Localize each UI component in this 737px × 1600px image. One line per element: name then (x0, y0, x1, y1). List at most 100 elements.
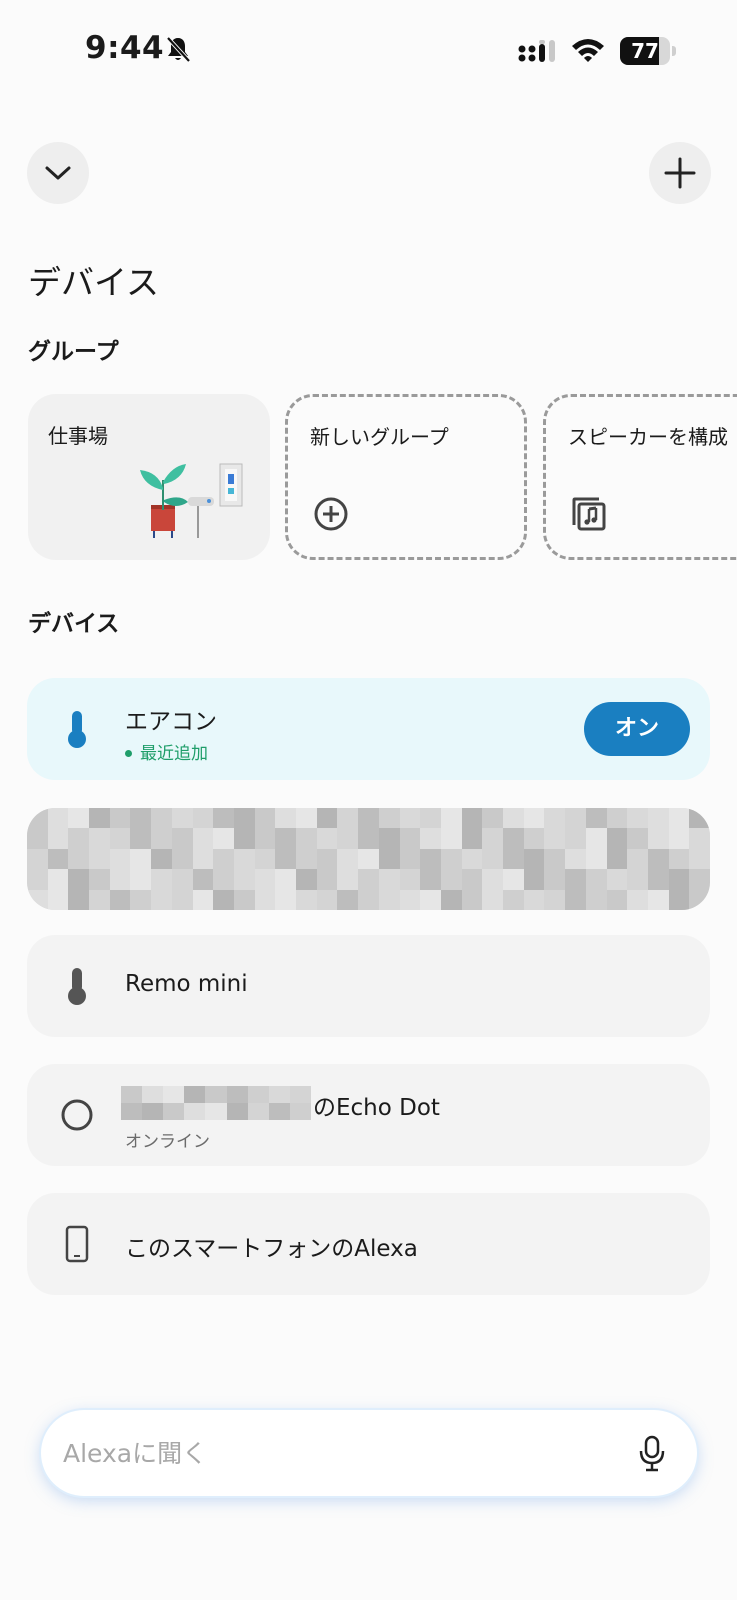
redacted-pixel (337, 889, 359, 910)
redacted-pixel (503, 848, 524, 870)
group-card-configure-speakers[interactable]: スピーカーを構成 (543, 394, 737, 560)
redacted-pixel (378, 848, 400, 870)
redacted-pixel (47, 889, 69, 910)
redacted-pixel (268, 1086, 290, 1103)
device-card-remo-mini[interactable]: Remo mini (27, 935, 710, 1037)
redacted-pixel (647, 889, 669, 910)
collapse-button[interactable] (27, 142, 89, 204)
redacted-pixel (268, 1103, 290, 1120)
device-card-redacted[interactable] (27, 808, 710, 910)
thermometer-icon (68, 968, 86, 1005)
redacted-pixel (606, 828, 628, 849)
redacted-pixel (461, 828, 483, 849)
redacted-pixel (503, 869, 524, 890)
redacted-pixel (627, 808, 648, 829)
redacted-pixel (420, 808, 441, 829)
redacted-pixel (544, 828, 566, 849)
device-status: 最近追加 (125, 739, 208, 764)
redacted-pixel (275, 808, 297, 829)
redacted-pixel (399, 889, 421, 910)
redacted-pixel (233, 869, 255, 890)
device-card-smartphone-alexa[interactable]: このスマートフォンのAlexa (27, 1193, 710, 1295)
redacted-pixel (461, 889, 483, 910)
redacted-pixel (565, 889, 586, 910)
redacted-pixel (130, 869, 152, 890)
redacted-pixel (627, 828, 648, 849)
redacted-pixel (503, 828, 524, 849)
redacted-pixel (254, 828, 276, 849)
redacted-pixel (151, 869, 172, 890)
redacted-pixel (399, 808, 421, 829)
redacted-pixel (233, 848, 255, 870)
device-name: Remo mini (125, 971, 248, 997)
redacted-pixel (247, 1086, 269, 1103)
redacted-pixel (689, 889, 710, 910)
redacted-pixel (47, 828, 69, 849)
plus-circle-icon (314, 497, 348, 531)
redacted-pixel (647, 869, 669, 890)
redacted-pixel (47, 848, 69, 870)
redacted-pixel (523, 848, 545, 870)
redacted-pixel (523, 828, 545, 849)
redacted-pixel (399, 828, 421, 849)
device-card-echo-dot[interactable]: のEcho Dot オンライン (27, 1064, 710, 1166)
redacted-pixel (171, 808, 193, 829)
ask-alexa-input[interactable] (63, 1410, 603, 1496)
redacted-pixel (440, 869, 462, 890)
device-name: このスマートフォンのAlexa (125, 1236, 418, 1262)
redacted-pixel (585, 848, 607, 870)
redacted-pixel (523, 889, 545, 910)
redacted-pixel (121, 1086, 143, 1103)
redacted-pixel (337, 808, 359, 829)
redacted-pixel (130, 889, 152, 910)
redacted-pixel (89, 848, 110, 870)
redacted-pixel (296, 808, 317, 829)
redacted-pixel (544, 889, 566, 910)
ask-alexa-bar[interactable] (41, 1410, 697, 1496)
redacted-pixel (89, 808, 110, 829)
redacted-pixel (689, 848, 710, 870)
redacted-pixel (109, 889, 131, 910)
redacted-pixel (606, 808, 628, 829)
redacted-pixel (627, 848, 648, 870)
redacted-pixel (627, 869, 648, 890)
redacted-pixel (606, 869, 628, 890)
redacted-pixel (275, 869, 297, 890)
redacted-pixel (440, 828, 462, 849)
device-card-aircon[interactable]: エアコン 最近追加 オン (27, 678, 710, 780)
microphone-icon[interactable] (637, 1435, 667, 1473)
redacted-pixel (440, 848, 462, 870)
redacted-pixel (689, 869, 710, 890)
page-title: デバイス (28, 263, 160, 302)
redacted-pixel (171, 889, 193, 910)
redacted-pixel (233, 889, 255, 910)
devices-screen: 9:44 77 デバイス グループ 仕事場 新しいグループ スピーカーを構成 デ… (0, 0, 737, 1600)
cellular-signal-icon (518, 40, 555, 62)
thermometer-icon (68, 711, 86, 748)
add-device-button[interactable] (649, 142, 711, 204)
redacted-pixels (27, 808, 710, 910)
redacted-pixel (109, 808, 131, 829)
redacted-pixel (337, 869, 359, 890)
redacted-pixel (151, 848, 172, 870)
redacted-pixel (647, 808, 669, 829)
redacted-pixel (47, 808, 69, 829)
redacted-pixel (316, 848, 338, 870)
power-on-button[interactable]: オン (584, 702, 690, 756)
group-card-workplace[interactable]: 仕事場 (28, 394, 270, 560)
redacted-pixel (68, 828, 90, 849)
smartphone-icon (65, 1225, 89, 1263)
redacted-pixel (523, 808, 545, 829)
redacted-pixel (668, 808, 690, 829)
redacted-pixel (151, 828, 172, 849)
redacted-pixel (254, 808, 276, 829)
redacted-pixel (47, 869, 69, 890)
redacted-pixel (142, 1086, 164, 1103)
redacted-pixel (358, 808, 379, 829)
redacted-pixel (606, 848, 628, 870)
redacted-pixel (254, 848, 276, 870)
group-card-new-group[interactable]: 新しいグループ (285, 394, 527, 560)
redacted-pixel (289, 1086, 311, 1103)
redacted-pixel (358, 869, 379, 890)
redacted-pixel (461, 808, 483, 829)
